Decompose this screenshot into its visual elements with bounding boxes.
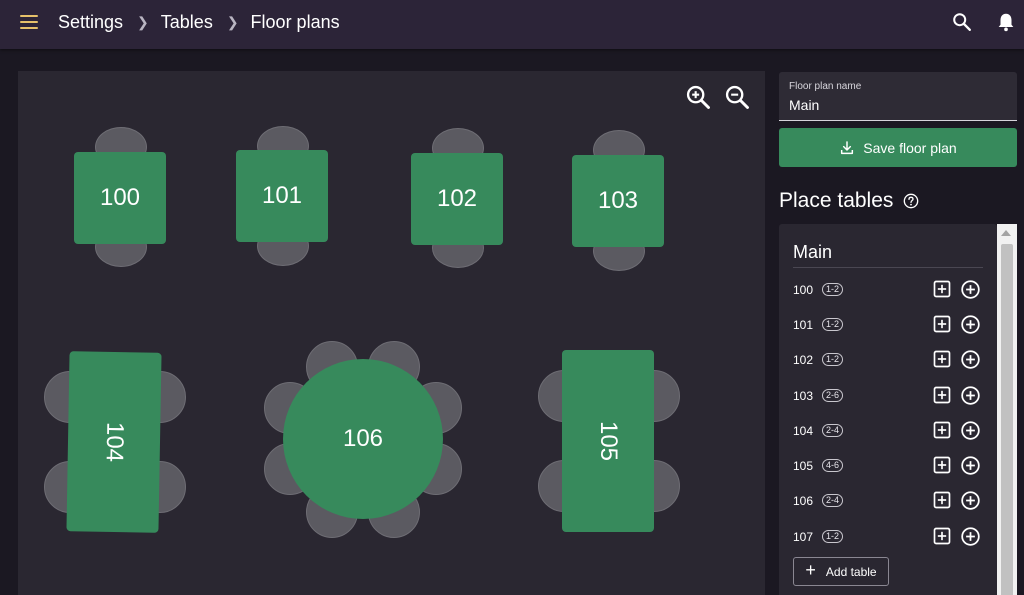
add-circle-icon[interactable] <box>960 349 981 370</box>
table-101[interactable]: 101 <box>236 150 328 242</box>
add-box-icon[interactable] <box>932 349 952 369</box>
capacity-badge: 2-6 <box>822 389 844 402</box>
capacity-badge: 2-4 <box>822 494 844 507</box>
search-icon[interactable] <box>951 11 973 33</box>
zoom-in-icon[interactable] <box>684 83 712 111</box>
table-number-label: 106 <box>793 494 814 508</box>
table-number-label: 104 <box>793 424 814 438</box>
list-item-table-106: 106 2-4 <box>793 490 983 514</box>
breadcrumb-tables[interactable]: Tables <box>161 12 213 33</box>
add-circle-icon[interactable] <box>960 314 981 335</box>
table-102[interactable]: 102 <box>411 153 503 245</box>
breadcrumb: Settings ❯ Tables ❯ Floor plans <box>58 10 340 34</box>
download-icon <box>841 140 854 154</box>
add-circle-icon[interactable] <box>960 526 981 547</box>
add-box-icon[interactable] <box>932 455 952 475</box>
floor-plan-name-field[interactable]: Floor plan name Main <box>779 72 1017 121</box>
table-106[interactable]: 106 <box>283 359 443 519</box>
table-number: 106 <box>342 425 384 452</box>
add-circle-icon[interactable] <box>960 385 981 406</box>
menu-icon[interactable] <box>20 15 38 29</box>
list-item-table-102: 102 1-2 <box>793 349 983 373</box>
bell-icon[interactable] <box>995 11 1017 33</box>
scroll-up-arrow-icon[interactable] <box>1001 230 1011 236</box>
list-item-table-100: 100 1-2 <box>793 279 983 303</box>
table-number: 102 <box>436 185 478 212</box>
capacity-badge: 4-6 <box>822 459 844 472</box>
capacity-badge: 2-4 <box>822 424 844 437</box>
place-tables-title: Place tables <box>779 189 894 212</box>
scrollbar[interactable] <box>997 224 1017 595</box>
add-box-icon[interactable] <box>932 420 952 440</box>
add-table-label: Add table <box>825 564 877 579</box>
plus-icon: + <box>805 560 816 580</box>
table-105[interactable]: 105 <box>562 350 654 532</box>
table-number: 100 <box>99 184 141 211</box>
add-circle-icon[interactable] <box>960 420 981 441</box>
table-number-label: 102 <box>793 353 814 367</box>
add-box-icon[interactable] <box>932 385 952 405</box>
table-number: 101 <box>261 182 303 209</box>
table-number: 103 <box>597 187 639 214</box>
table-number-label: 107 <box>793 530 814 544</box>
table-100[interactable]: 100 <box>74 152 166 244</box>
chevron-right-icon: ❯ <box>226 13 239 30</box>
list-item-table-101: 101 1-2 <box>793 314 983 338</box>
list-item-table-105: 105 4-6 <box>793 455 983 479</box>
table-number-label: 101 <box>793 318 814 332</box>
add-table-button[interactable]: + Add table <box>793 557 889 586</box>
add-box-icon[interactable] <box>932 526 952 546</box>
capacity-badge: 1-2 <box>822 283 844 296</box>
help-circle-icon[interactable] <box>903 193 919 209</box>
floor-plan-canvas[interactable]: 100 101 102 103 104 105 106 <box>18 71 765 595</box>
add-circle-icon[interactable] <box>960 490 981 511</box>
add-box-icon[interactable] <box>932 314 952 334</box>
breadcrumb-floor-plans: Floor plans <box>250 11 340 32</box>
place-tables-list: Main 100 1-2 101 1-2 102 1-2 103 2-6 104… <box>779 224 997 595</box>
table-number-label: 103 <box>793 389 814 403</box>
table-number: 104 <box>100 421 129 463</box>
zoom-out-icon[interactable] <box>723 83 751 111</box>
table-number-label: 105 <box>793 459 814 473</box>
table-number: 105 <box>594 420 622 462</box>
add-box-icon[interactable] <box>932 279 952 299</box>
scrollbar-thumb[interactable] <box>1001 244 1013 595</box>
list-item-table-103: 103 2-6 <box>793 385 983 409</box>
table-number-label: 100 <box>793 283 814 297</box>
add-circle-icon[interactable] <box>960 279 981 300</box>
floor-plan-name-value[interactable]: Main <box>789 97 819 113</box>
divider <box>793 267 983 268</box>
table-103[interactable]: 103 <box>572 155 664 247</box>
capacity-badge: 1-2 <box>822 353 844 366</box>
list-item-table-104: 104 2-4 <box>793 420 983 444</box>
save-floor-plan-button[interactable]: Save floor plan <box>779 128 1017 167</box>
list-item-table-107: 107 1-2 <box>793 526 983 550</box>
capacity-badge: 1-2 <box>822 530 844 543</box>
add-box-icon[interactable] <box>932 490 952 510</box>
add-circle-icon[interactable] <box>960 455 981 476</box>
capacity-badge: 1-2 <box>822 318 844 331</box>
top-app-bar: Settings ❯ Tables ❯ Floor plans <box>0 0 1024 49</box>
floor-plan-name-label: Floor plan name <box>789 81 862 92</box>
save-floor-plan-label: Save floor plan <box>863 139 957 156</box>
chevron-right-icon: ❯ <box>137 13 149 30</box>
breadcrumb-settings[interactable]: Settings <box>58 12 123 33</box>
list-section-header: Main <box>793 242 833 262</box>
table-104[interactable]: 104 <box>66 351 162 533</box>
